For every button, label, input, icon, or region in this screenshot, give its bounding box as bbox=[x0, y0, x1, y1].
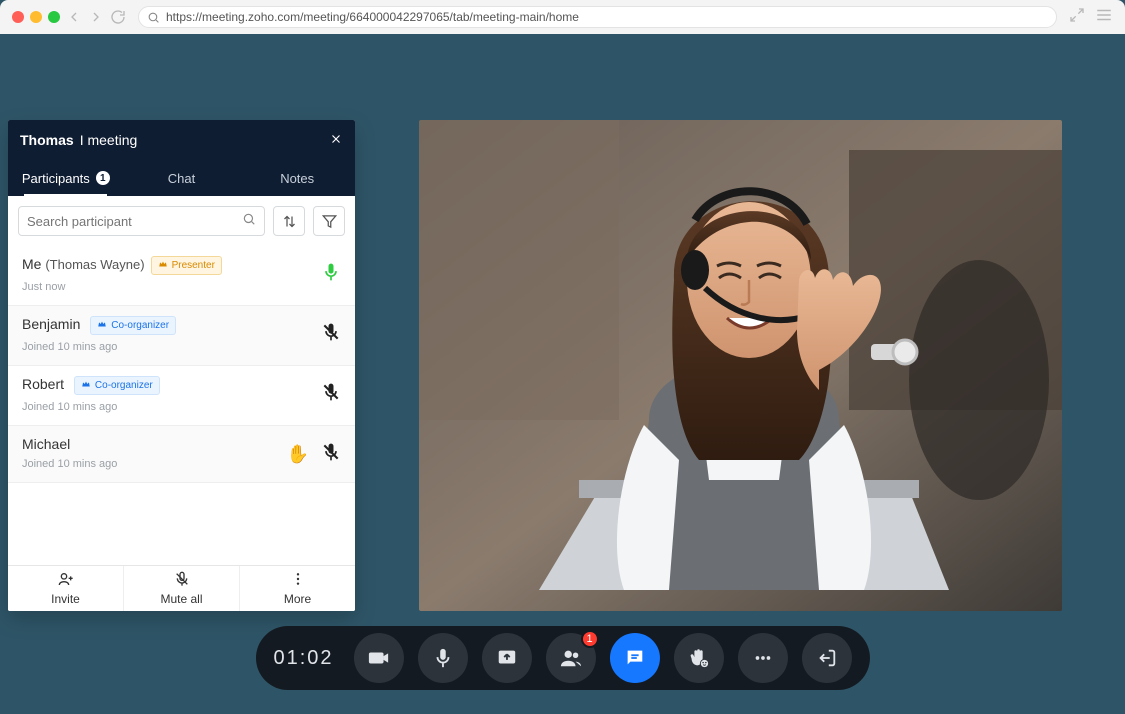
microphone-icon bbox=[432, 647, 454, 669]
leave-button[interactable] bbox=[802, 633, 852, 683]
crown-icon bbox=[81, 379, 91, 392]
participants-button[interactable]: 1 bbox=[546, 633, 596, 683]
participant-meta: Joined 10 mins ago bbox=[22, 341, 321, 353]
invite-label: Invite bbox=[51, 592, 80, 606]
tab-chat[interactable]: Chat bbox=[124, 160, 240, 196]
participant-meta: Just now bbox=[22, 281, 321, 293]
panel-tabs: Participants 1 Chat Notes bbox=[8, 160, 355, 196]
chat-icon bbox=[624, 647, 646, 669]
participant-list: Me (Thomas Wayne) Presenter Just now Benjam… bbox=[8, 246, 355, 565]
crown-icon bbox=[97, 319, 107, 332]
chat-button[interactable] bbox=[610, 633, 660, 683]
participant-name: Benjamin bbox=[22, 316, 80, 332]
mic-on-icon[interactable] bbox=[321, 262, 341, 287]
participants-icon bbox=[560, 647, 582, 669]
role-badge: Co-organizer bbox=[90, 316, 176, 335]
search-input[interactable] bbox=[27, 214, 242, 229]
participant-name: Robert bbox=[22, 376, 64, 392]
participants-count-badge: 1 bbox=[96, 171, 110, 185]
more-icon bbox=[290, 571, 306, 590]
control-bar: 01:02 1 bbox=[255, 626, 869, 690]
raised-hand-icon: ✋ bbox=[287, 444, 309, 465]
role-label: Co-organizer bbox=[95, 380, 153, 391]
camera-button[interactable] bbox=[354, 633, 404, 683]
participant-search[interactable] bbox=[18, 206, 265, 236]
participant-row[interactable]: Benjamin Co-organizer Joined 10 mins ago bbox=[8, 306, 355, 366]
nav-back-button[interactable] bbox=[66, 9, 82, 25]
panel-close-button[interactable] bbox=[329, 132, 343, 149]
mic-off-icon[interactable] bbox=[321, 382, 341, 407]
participant-meta: Joined 10 mins ago bbox=[22, 401, 321, 413]
mute-all-button[interactable]: Mute all bbox=[124, 566, 240, 611]
tab-participants-label: Participants bbox=[22, 171, 90, 186]
url-input[interactable] bbox=[166, 10, 1048, 24]
tab-participants[interactable]: Participants 1 bbox=[8, 160, 124, 196]
role-badge: Presenter bbox=[151, 256, 222, 275]
participant-meta: Joined 10 mins ago bbox=[22, 458, 287, 470]
nav-reload-button[interactable] bbox=[110, 9, 126, 25]
more-options-button[interactable] bbox=[738, 633, 788, 683]
nav-forward-button[interactable] bbox=[88, 9, 104, 25]
panel-header: Thomas I meeting bbox=[8, 120, 355, 160]
participant-name: Michael bbox=[22, 436, 70, 452]
participant-subname: (Thomas Wayne) bbox=[45, 257, 144, 272]
raise-hand-icon bbox=[688, 647, 710, 669]
panel-title-secondary: I meeting bbox=[80, 132, 138, 148]
menu-button[interactable] bbox=[1095, 6, 1113, 29]
main-video[interactable] bbox=[419, 120, 1062, 611]
participant-row[interactable]: Me (Thomas Wayne) Presenter Just now bbox=[8, 246, 355, 306]
invite-button[interactable]: Invite bbox=[8, 566, 124, 611]
exit-icon bbox=[816, 647, 838, 669]
participant-row[interactable]: Robert Co-organizer Joined 10 mins ago bbox=[8, 366, 355, 426]
role-label: Co-organizer bbox=[111, 320, 169, 331]
window-maximize-button[interactable] bbox=[48, 11, 60, 23]
crown-icon bbox=[158, 259, 168, 272]
role-label: Presenter bbox=[172, 260, 215, 271]
window-minimize-button[interactable] bbox=[30, 11, 42, 23]
participant-row[interactable]: Michael Joined 10 mins ago✋ bbox=[8, 426, 355, 483]
search-icon bbox=[242, 212, 256, 231]
microphone-button[interactable] bbox=[418, 633, 468, 683]
mute-all-label: Mute all bbox=[160, 592, 202, 606]
more-label: More bbox=[284, 592, 311, 606]
search-icon bbox=[147, 11, 160, 24]
mic-off-icon[interactable] bbox=[321, 322, 341, 347]
camera-icon bbox=[368, 647, 390, 669]
participants-badge: 1 bbox=[581, 630, 599, 648]
mic-off-icon[interactable] bbox=[321, 442, 341, 467]
role-badge: Co-organizer bbox=[74, 376, 160, 395]
filter-button[interactable] bbox=[313, 206, 345, 236]
panel-title-primary: Thomas bbox=[20, 132, 74, 148]
mute-all-icon bbox=[174, 571, 190, 590]
window-close-button[interactable] bbox=[12, 11, 24, 23]
share-screen-button[interactable] bbox=[482, 633, 532, 683]
expand-button[interactable] bbox=[1069, 7, 1085, 28]
participants-panel: Thomas I meeting Participants 1 Chat Not… bbox=[8, 120, 355, 611]
browser-bar bbox=[0, 0, 1125, 34]
more-button[interactable]: More bbox=[240, 566, 355, 611]
share-screen-icon bbox=[496, 647, 518, 669]
reactions-button[interactable] bbox=[674, 633, 724, 683]
meeting-timer: 01:02 bbox=[273, 647, 333, 670]
more-icon bbox=[752, 647, 774, 669]
sort-button[interactable] bbox=[273, 206, 305, 236]
participant-name: Me bbox=[22, 256, 41, 272]
url-bar[interactable] bbox=[138, 6, 1057, 28]
invite-icon bbox=[58, 571, 74, 590]
tab-notes[interactable]: Notes bbox=[239, 160, 355, 196]
